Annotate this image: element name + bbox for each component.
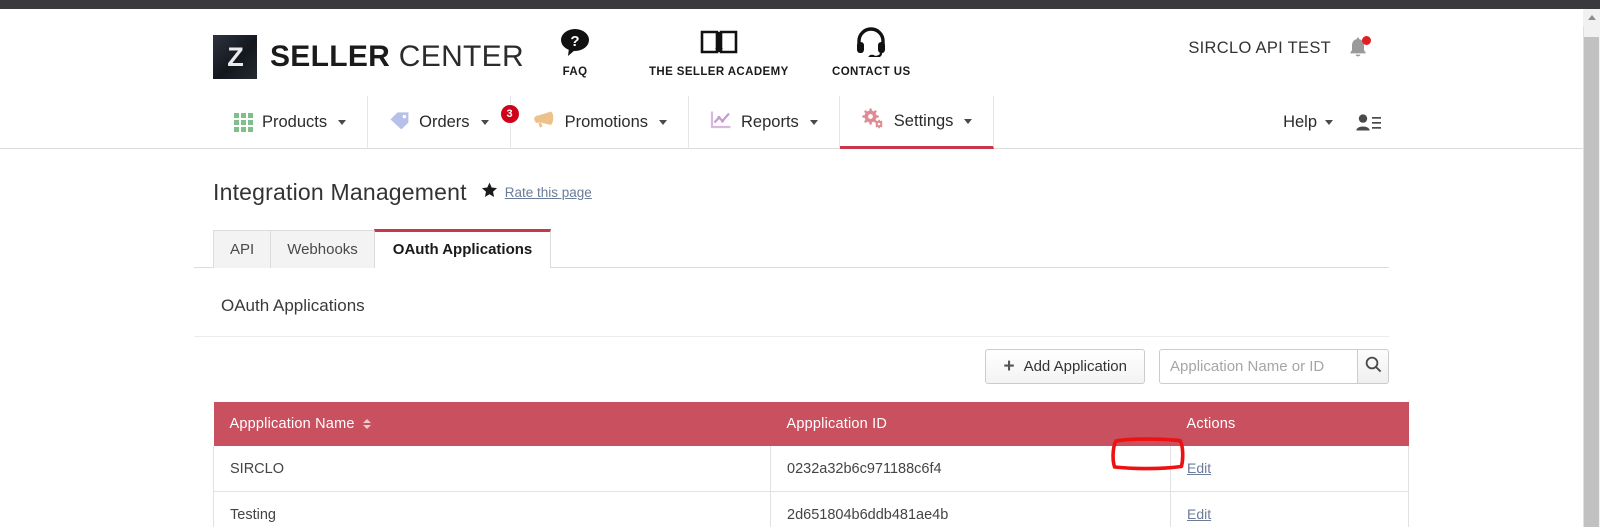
page-title: Integration Management — [213, 179, 467, 205]
chevron-down-icon — [338, 120, 347, 125]
oauth-applications-table: Appplication Name Appplication ID Action… — [213, 402, 1409, 527]
header-link-faq-label: FAQ — [562, 66, 588, 78]
tag-icon — [389, 111, 410, 135]
svg-text:?: ? — [570, 33, 579, 50]
grid-icon — [234, 113, 253, 132]
tab-api[interactable]: API — [213, 230, 272, 268]
nav-item-reports-label: Reports — [741, 113, 799, 131]
table-body: SIRCLO 0232a32b6c971188c6f4 Edit Testing… — [213, 446, 1409, 527]
panel-title: OAuth Applications — [221, 296, 365, 315]
chevron-down-icon — [1325, 120, 1333, 125]
vertical-scrollbar[interactable] — [1583, 9, 1600, 527]
search-input[interactable] — [1159, 349, 1357, 384]
rate-this-page[interactable]: Rate this page — [481, 182, 592, 203]
page-canvas: Z SELLER CENTER ? FAQ THE SELLER ACADEMY… — [0, 9, 1583, 527]
logo-mark-letter: Z — [227, 41, 243, 72]
column-header-application-name-label: Appplication Name — [229, 416, 355, 432]
scrollbar-thumb[interactable] — [1584, 37, 1599, 527]
edit-link[interactable]: Edit — [1187, 460, 1211, 476]
header-link-contact-us[interactable]: CONTACT US — [832, 27, 911, 78]
nav-item-settings[interactable]: Settings — [839, 96, 995, 149]
line-chart-icon — [710, 110, 732, 135]
header-link-seller-academy-label: THE SELLER ACADEMY — [649, 66, 789, 78]
cell-application-name: SIRCLO — [213, 446, 771, 492]
search-icon — [1365, 356, 1382, 378]
search-button[interactable] — [1357, 349, 1389, 384]
page-title-row: Integration Management Rate this page — [213, 149, 1389, 206]
site-header: Z SELLER CENTER ? FAQ THE SELLER ACADEMY… — [0, 9, 1583, 96]
plus-icon: + — [1003, 355, 1015, 377]
open-book-icon — [698, 27, 740, 62]
browser-top-bar — [0, 0, 1600, 9]
star-icon — [481, 182, 498, 203]
chevron-down-icon — [964, 118, 973, 124]
tab-webhooks-label: Webhooks — [287, 241, 358, 258]
main-navigation: Products Orders 3 Promotions Reports Set… — [0, 96, 1583, 149]
tab-bar: API Webhooks OAuth Applications — [194, 228, 1389, 268]
brand-wordmark: SELLER CENTER — [270, 40, 524, 74]
brand-wordmark-bold: SELLER — [270, 40, 391, 73]
nav-item-reports[interactable]: Reports — [689, 96, 840, 149]
cell-application-id: 2d651804b6ddb481ae4b — [770, 491, 1171, 527]
gears-icon — [861, 108, 885, 134]
scrollbar-up-arrow-icon[interactable] — [1583, 9, 1600, 26]
cell-actions: Edit — [1170, 446, 1409, 492]
tab-oauth-applications-label: OAuth Applications — [392, 241, 533, 258]
screenshot-root: Z SELLER CENTER ? FAQ THE SELLER ACADEMY… — [0, 0, 1600, 527]
cell-application-id: 0232a32b6c971188c6f4 — [770, 446, 1171, 492]
tab-api-label: API — [230, 241, 255, 258]
notification-dot — [1362, 36, 1371, 45]
table-header-row: Appplication Name Appplication ID Action… — [213, 402, 1409, 446]
question-speech-bubble-icon: ? — [557, 27, 593, 62]
edit-link[interactable]: Edit — [1187, 506, 1211, 522]
megaphone-icon — [532, 110, 556, 135]
nav-item-help-label: Help — [1283, 113, 1317, 131]
user-list-icon[interactable] — [1355, 113, 1381, 132]
page-content: Integration Management Rate this page AP… — [194, 149, 1409, 527]
add-application-button[interactable]: + Add Application — [985, 349, 1145, 384]
brand-logo[interactable]: Z SELLER CENTER — [213, 35, 524, 79]
zalora-z-logo-icon: Z — [213, 35, 257, 79]
cell-application-name: Testing — [213, 491, 771, 527]
nav-item-orders-label: Orders — [419, 113, 470, 131]
chevron-down-icon — [480, 120, 489, 125]
chevron-down-icon — [659, 120, 668, 125]
column-header-application-name[interactable]: Appplication Name — [213, 402, 771, 446]
add-application-button-label: Add Application — [1023, 358, 1127, 375]
column-header-application-id: Appplication ID — [770, 402, 1171, 446]
headset-icon — [854, 27, 888, 62]
header-link-contact-us-label: CONTACT US — [832, 66, 911, 78]
column-header-actions: Actions — [1170, 402, 1409, 446]
account-name[interactable]: SIRCLO API TEST — [1188, 39, 1331, 58]
nav-item-promotions[interactable]: Promotions — [511, 96, 690, 149]
table-row: SIRCLO 0232a32b6c971188c6f4 Edit — [213, 446, 1409, 492]
table-row: Testing 2d651804b6ddb481ae4b Edit — [213, 491, 1409, 527]
nav-item-orders[interactable]: Orders 3 — [368, 96, 519, 149]
table-head: Appplication Name Appplication ID Action… — [213, 402, 1409, 446]
tab-webhooks[interactable]: Webhooks — [270, 230, 375, 268]
sort-arrows-icon[interactable] — [362, 419, 371, 429]
nav-item-products[interactable]: Products — [213, 96, 369, 149]
nav-item-promotions-label: Promotions — [564, 113, 649, 131]
header-link-seller-academy[interactable]: THE SELLER ACADEMY — [649, 27, 789, 78]
tab-oauth-applications[interactable]: OAuth Applications — [373, 229, 552, 268]
column-header-actions-label: Actions — [1186, 416, 1236, 432]
nav-item-products-label: Products — [262, 113, 328, 131]
oauth-applications-table-wrap: Appplication Name Appplication ID Action… — [194, 402, 1409, 527]
rate-this-page-label: Rate this page — [504, 185, 592, 200]
header-link-faq[interactable]: ? FAQ — [557, 27, 593, 78]
table-toolbar: + Add Application — [194, 336, 1389, 384]
column-header-application-id-label: Appplication ID — [786, 416, 888, 432]
cell-actions: Edit — [1170, 491, 1409, 527]
nav-item-settings-label: Settings — [893, 111, 954, 130]
brand-wordmark-light: CENTER — [398, 40, 524, 73]
nav-right-group: Help — [1283, 96, 1389, 149]
search-group — [1159, 349, 1389, 384]
chevron-down-icon — [809, 120, 818, 125]
nav-item-help[interactable]: Help — [1283, 113, 1333, 132]
